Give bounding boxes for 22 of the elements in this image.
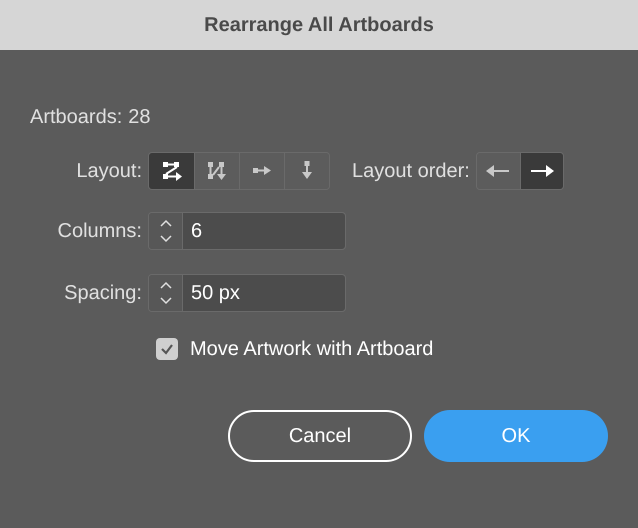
- grid-by-column-icon: [206, 160, 228, 182]
- checkbox-label: Move Artwork with Artboard: [190, 337, 434, 362]
- window-title: Rearrange All Artboards: [204, 13, 434, 38]
- arrow-left-icon: [485, 163, 512, 179]
- stepper-icon[interactable]: [149, 213, 183, 249]
- field-value: 6: [190, 219, 204, 244]
- columns-label: Columns:: [56, 219, 143, 244]
- layout-option-button[interactable]: [149, 153, 194, 189]
- layout-order-label: Layout order:: [352, 159, 471, 184]
- spacing-field[interactable]: 50 px: [148, 274, 346, 312]
- arrow-right-icon: [528, 163, 555, 179]
- checkbox[interactable]: [156, 338, 178, 360]
- artboards-count: 28: [128, 105, 151, 130]
- spacing-label: Spacing:: [63, 281, 143, 306]
- stepper-icon[interactable]: [149, 275, 183, 311]
- layout-label: Layout:: [75, 159, 143, 184]
- columns-field[interactable]: 6: [148, 212, 346, 250]
- artboards-label: Artboards:: [30, 105, 122, 130]
- grid-by-row-icon: [160, 160, 182, 182]
- layout-option-button[interactable]: [520, 153, 563, 189]
- cancel-button[interactable]: Cancel: [228, 410, 412, 462]
- field-value: 50 px: [190, 281, 241, 306]
